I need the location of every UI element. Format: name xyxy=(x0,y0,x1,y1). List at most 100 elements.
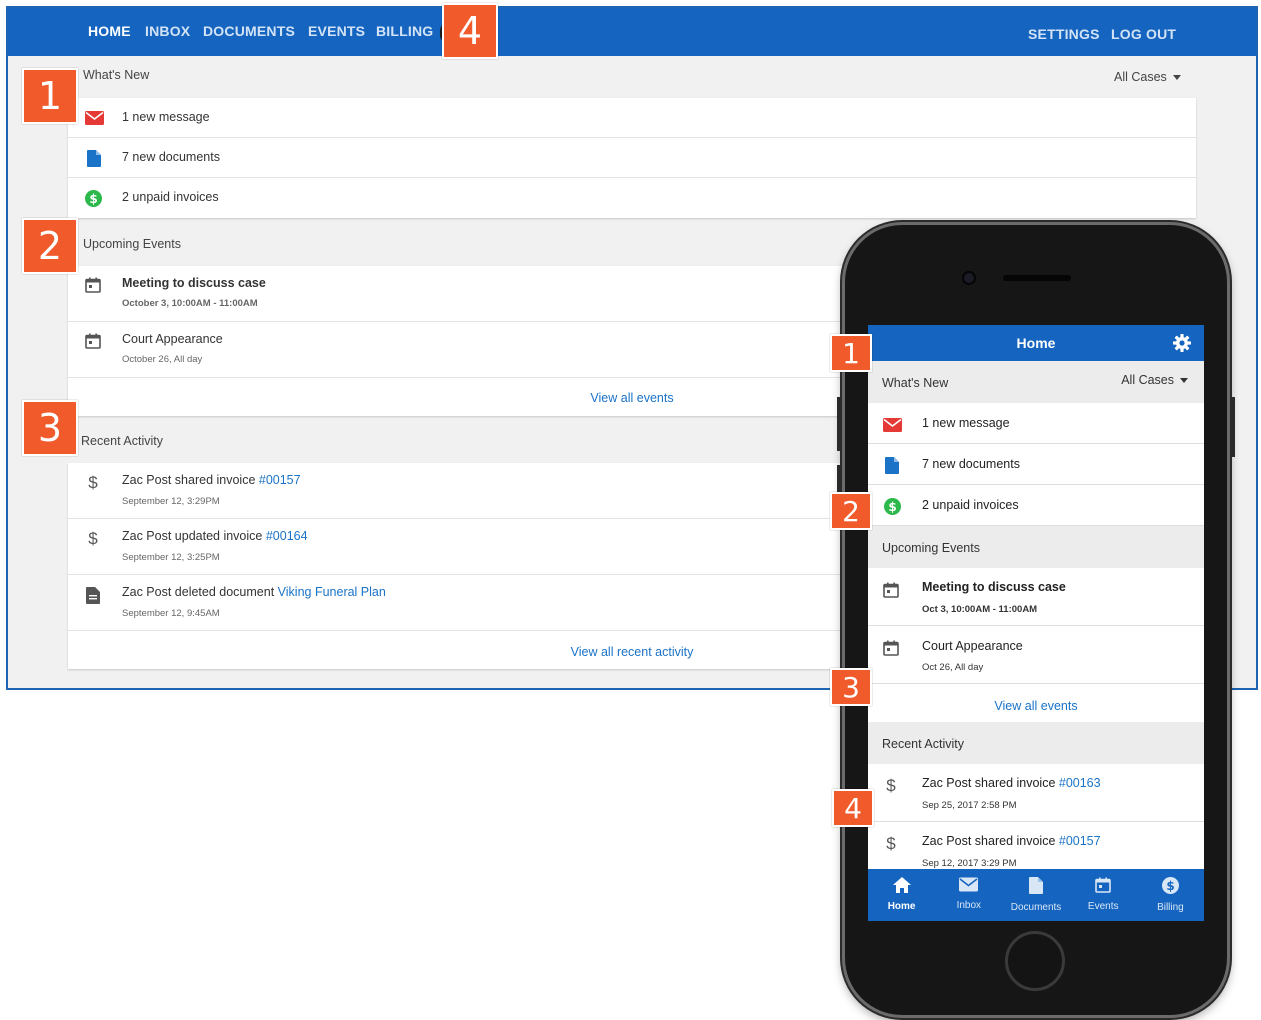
phone-device: Home What's New All Cases 1 new message … xyxy=(837,222,1235,1018)
activity-time: Sep 12, 2017 3:29 PM xyxy=(922,858,1017,869)
item-text: 1 new message xyxy=(922,416,1010,430)
nav-home[interactable]: HOME xyxy=(88,23,131,39)
annotation-badge: 4 xyxy=(442,3,498,59)
annotation-badge: 1 xyxy=(22,68,78,124)
view-all-events-row: View all events xyxy=(868,684,1204,722)
annotation-badge: 3 xyxy=(22,400,78,456)
dollar-circle-icon: $ xyxy=(882,497,902,515)
activity-time: September 12, 3:25PM xyxy=(122,552,220,563)
tab-billing[interactable]: $ Billing xyxy=(1137,869,1204,921)
calendar-icon xyxy=(84,332,102,350)
invoice-link[interactable]: #00164 xyxy=(266,529,308,543)
list-item[interactable]: 7 new documents xyxy=(868,444,1204,485)
list-item[interactable]: $ 2 unpaid invoices xyxy=(868,485,1204,526)
dollar-icon: $ xyxy=(886,834,896,853)
event-time: Oct 3, 10:00AM - 11:00AM xyxy=(922,604,1038,615)
envelope-icon xyxy=(959,877,979,897)
annotation-badge: 3 xyxy=(830,668,872,706)
annotation-badge: 2 xyxy=(22,218,78,274)
mobile-header: Home xyxy=(868,325,1204,361)
event-time: Oct 26, All day xyxy=(922,662,984,673)
annotation-badge: 2 xyxy=(830,492,872,530)
event-title: Meeting to discuss case xyxy=(122,276,266,290)
front-camera xyxy=(962,271,976,285)
nav-logout[interactable]: LOG OUT xyxy=(1111,26,1176,42)
dollar-icon: $ xyxy=(88,529,98,548)
power-button xyxy=(1230,397,1235,457)
earpiece-speaker xyxy=(1003,275,1071,281)
calendar-icon xyxy=(882,581,900,599)
list-item[interactable]: 1 new message xyxy=(68,98,1196,138)
volume-up-button xyxy=(837,397,842,451)
activity-text: Zac Post shared invoice #00163 xyxy=(922,776,1101,790)
event-title: Court Appearance xyxy=(122,332,223,346)
svg-text:$: $ xyxy=(89,192,97,206)
tab-label: Events xyxy=(1087,901,1119,912)
phone-home-button[interactable] xyxy=(1005,931,1065,991)
dollar-icon: $ xyxy=(886,776,896,795)
home-icon xyxy=(892,877,911,898)
activity-time: Sep 25, 2017 2:58 PM xyxy=(922,800,1017,811)
event-title: Meeting to discuss case xyxy=(922,580,1066,594)
event-title: Court Appearance xyxy=(922,639,1023,653)
activity-time: September 12, 3:29PM xyxy=(122,496,220,507)
nav-billing[interactable]: BILLING xyxy=(376,23,433,39)
whats-new-card: 1 new message 7 new documents $ 2 unpaid… xyxy=(68,98,1196,218)
svg-text:$: $ xyxy=(1166,879,1174,893)
chevron-down-icon xyxy=(1180,378,1188,384)
chevron-down-icon xyxy=(1172,75,1181,81)
nav-settings[interactable]: SETTINGS xyxy=(1028,26,1100,42)
activity-text: Zac Post shared invoice #00157 xyxy=(922,834,1101,848)
calendar-icon xyxy=(84,276,102,294)
upcoming-events-title: Upcoming Events xyxy=(882,541,980,555)
recent-activity-header: Recent Activity xyxy=(868,722,1204,764)
dollar-circle-icon: $ xyxy=(1161,877,1179,899)
document-link[interactable]: Viking Funeral Plan xyxy=(278,585,386,599)
invoice-link[interactable]: #00163 xyxy=(1059,776,1101,790)
view-all-events-link[interactable]: View all events xyxy=(994,699,1077,713)
recent-activity-title: Recent Activity xyxy=(81,434,163,448)
list-item[interactable]: 7 new documents xyxy=(68,138,1196,178)
activity-row[interactable]: $ Zac Post shared invoice #00163 Sep 25,… xyxy=(868,764,1204,822)
event-row[interactable]: Court Appearance Oct 26, All day xyxy=(868,626,1204,684)
dollar-icon: $ xyxy=(88,473,98,492)
tab-events[interactable]: Events xyxy=(1070,869,1137,921)
bottom-tab-bar: Home Inbox Documents Events $ Billing xyxy=(868,869,1204,921)
page-title: Home xyxy=(1016,335,1056,351)
item-text: 1 new message xyxy=(122,110,210,124)
tab-home[interactable]: Home xyxy=(868,869,935,921)
tab-inbox[interactable]: Inbox xyxy=(935,869,1002,921)
list-item[interactable]: 1 new message xyxy=(868,403,1204,444)
cases-filter[interactable]: All Cases xyxy=(1114,70,1181,84)
view-all-activity-link[interactable]: View all recent activity xyxy=(571,645,694,659)
invoice-link[interactable]: #00157 xyxy=(259,473,301,487)
calendar-icon xyxy=(882,639,900,657)
annotation-badge: 1 xyxy=(830,334,872,372)
svg-text:$: $ xyxy=(888,500,896,514)
dollar-circle-icon: $ xyxy=(84,189,102,207)
recent-activity-title: Recent Activity xyxy=(882,737,964,751)
item-text: 2 unpaid invoices xyxy=(922,498,1019,512)
activity-time: September 12, 9:45AM xyxy=(122,608,220,619)
phone-screen: Home What's New All Cases 1 new message … xyxy=(868,325,1204,921)
list-item[interactable]: $ 2 unpaid invoices xyxy=(68,178,1196,218)
nav-events[interactable]: EVENTS xyxy=(308,23,365,39)
tab-label: Home xyxy=(887,901,916,912)
upcoming-events-title: Upcoming Events xyxy=(83,237,181,251)
view-all-events-link[interactable]: View all events xyxy=(590,391,673,405)
document-icon xyxy=(86,149,102,167)
item-text: 7 new documents xyxy=(122,150,220,164)
invoice-link[interactable]: #00157 xyxy=(1059,834,1101,848)
whats-new-title: What's New xyxy=(882,376,949,390)
whats-new-header: What's New All Cases xyxy=(868,361,1204,403)
event-row[interactable]: Meeting to discuss case Oct 3, 10:00AM -… xyxy=(868,568,1204,626)
tab-label: Documents xyxy=(1010,902,1062,913)
nav-documents[interactable]: DOCUMENTS xyxy=(203,23,295,39)
nav-inbox[interactable]: INBOX xyxy=(145,23,190,39)
activity-text: Zac Post shared invoice #00157 xyxy=(122,473,301,487)
tab-label: Inbox xyxy=(956,900,982,911)
tab-documents[interactable]: Documents xyxy=(1002,869,1069,921)
document-icon xyxy=(1029,877,1043,899)
cases-filter[interactable]: All Cases xyxy=(1121,373,1188,387)
gear-icon[interactable] xyxy=(1172,333,1192,358)
